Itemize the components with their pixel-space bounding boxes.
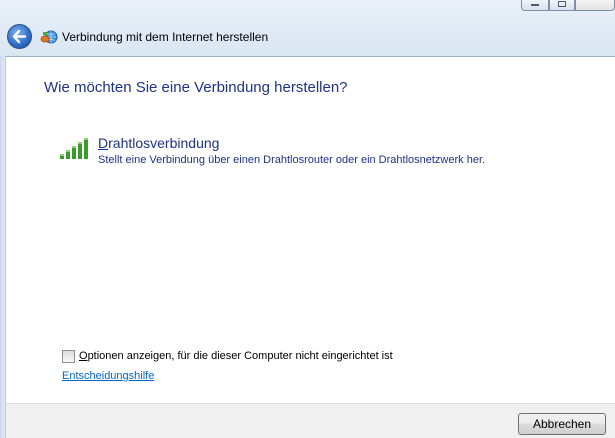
back-arrow-icon xyxy=(12,29,27,44)
maximize-icon xyxy=(558,1,566,7)
footer-bar: Abbrechen xyxy=(5,403,615,438)
option-wireless-connection[interactable]: Drahtlosverbindung Stellt eine Verbindun… xyxy=(56,133,536,173)
window-title: Verbindung mit dem Internet herstellen xyxy=(62,30,269,44)
option-title-accesskey: D xyxy=(98,135,109,151)
maximize-button[interactable] xyxy=(549,0,575,11)
show-options-accesskey: O xyxy=(79,350,88,362)
network-globe-icon xyxy=(40,30,58,44)
show-options-label[interactable]: Optionen anzeigen, für die dieser Comput… xyxy=(79,350,393,362)
show-options-checkbox[interactable] xyxy=(62,349,75,363)
show-options-label-rest: ptionen anzeigen, für die dieser Compute… xyxy=(87,350,393,362)
title-bar: Verbindung mit dem Internet herstellen xyxy=(0,0,615,56)
page-heading: Wie möchten Sie eine Verbindung herstell… xyxy=(44,79,348,96)
back-button[interactable] xyxy=(7,24,32,49)
show-options-row: Optionen anzeigen, für die dieser Comput… xyxy=(62,348,393,364)
option-title: Drahtlosverbindung xyxy=(98,135,219,151)
wireless-signal-icon xyxy=(60,138,88,159)
help-link[interactable]: Entscheidungshilfe xyxy=(62,370,154,382)
option-title-rest: rahtlosverbindung xyxy=(108,135,220,151)
minimize-button[interactable] xyxy=(521,0,549,11)
option-description: Stellt eine Verbindung über einen Drahtl… xyxy=(98,154,486,166)
caption-buttons xyxy=(521,0,615,11)
content-panel: Wie möchten Sie eine Verbindung herstell… xyxy=(5,56,615,403)
cancel-button[interactable]: Abbrechen xyxy=(518,413,606,435)
minimize-icon xyxy=(531,4,539,6)
close-button[interactable] xyxy=(575,0,615,11)
